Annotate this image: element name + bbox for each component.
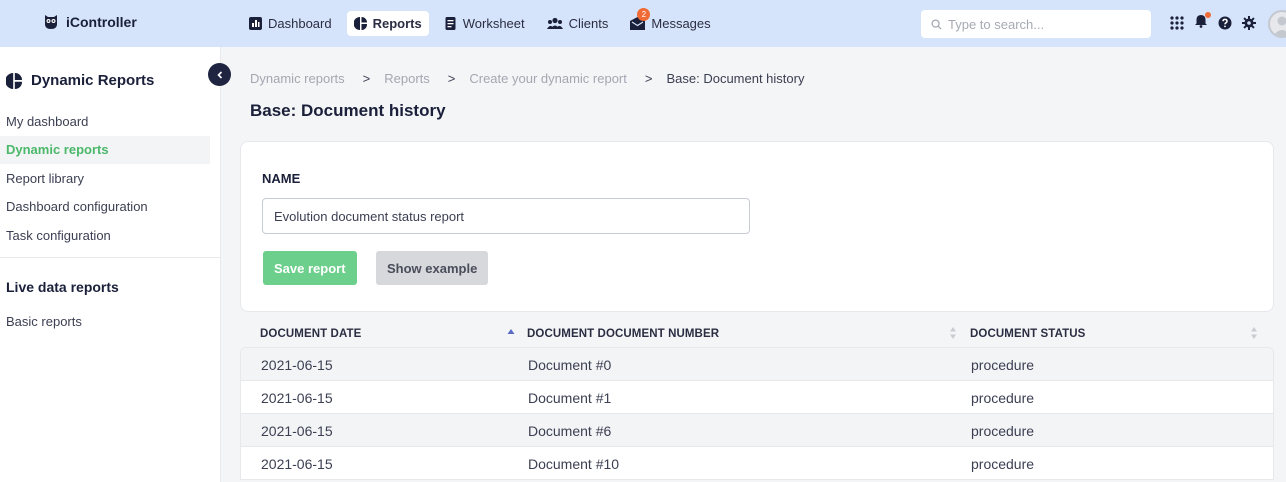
- notifications[interactable]: [1194, 12, 1211, 31]
- nav-label: Clients: [568, 16, 609, 31]
- messages-badge: 2: [637, 8, 651, 21]
- show-example-button[interactable]: Show example: [376, 251, 489, 285]
- cell-document-status: procedure: [971, 456, 1035, 472]
- column-header-document-status[interactable]: DOCUMENT STATUS: [970, 328, 1085, 340]
- cell-document-number: Document #6: [528, 423, 612, 439]
- cell-document-date: 2021-06-15: [261, 390, 333, 406]
- user-avatar-icon: [1273, 16, 1286, 36]
- main-nav: Dashboard Reports Worksheet Clients 2 Me…: [242, 8, 718, 36]
- search-input[interactable]: [948, 16, 1138, 32]
- nav-reports[interactable]: Reports: [346, 11, 429, 36]
- search-icon: [931, 18, 942, 30]
- pie-chart-icon: [353, 17, 367, 30]
- nav-dashboard[interactable]: Dashboard: [242, 11, 339, 36]
- apps-grid-icon[interactable]: [1170, 15, 1184, 30]
- top-bar: iController Dashboard Reports Worksheet …: [0, 0, 1286, 47]
- table-row[interactable]: 2021-06-15 Document #6 procedure: [241, 414, 1273, 447]
- app-name: iController: [66, 14, 137, 30]
- collapse-sidebar-button[interactable]: [208, 63, 231, 86]
- sort-ascending-icon[interactable]: [507, 326, 515, 340]
- sidebar-item-dynamic-reports[interactable]: Dynamic reports: [0, 135, 210, 164]
- cell-document-date: 2021-06-15: [261, 456, 333, 472]
- sidebar-item-task-configuration[interactable]: Task configuration: [0, 221, 210, 250]
- nav-label: Dashboard: [268, 16, 332, 31]
- breadcrumb: Dynamic reports > Reports > Create your …: [250, 71, 804, 86]
- table-row[interactable]: 2021-06-15 Document #0 procedure: [241, 348, 1273, 381]
- cell-document-date: 2021-06-15: [261, 423, 333, 439]
- report-form-card: NAME Save report Show example: [240, 141, 1274, 312]
- save-report-button[interactable]: Save report: [263, 251, 357, 285]
- column-header-document-date[interactable]: DOCUMENT DATE: [260, 328, 361, 340]
- table-row[interactable]: 2021-06-15 Document #10 procedure: [241, 447, 1273, 480]
- cell-document-date: 2021-06-15: [261, 357, 333, 373]
- sidebar: Dynamic Reports My dashboard Dynamic rep…: [0, 47, 231, 482]
- page-title: Base: Document history: [250, 101, 446, 120]
- sidebar-title-label: Dynamic Reports: [31, 72, 155, 89]
- gear-icon[interactable]: [1242, 15, 1256, 30]
- brand-logo[interactable]: iController: [44, 14, 137, 30]
- column-header-document-number[interactable]: DOCUMENT DOCUMENT NUMBER: [527, 328, 719, 340]
- breadcrumb-link[interactable]: Create your dynamic report: [469, 71, 627, 86]
- avatar[interactable]: [1268, 10, 1286, 38]
- chevron-left-icon: [216, 70, 222, 79]
- sort-icon[interactable]: [949, 326, 957, 340]
- sidebar-item-my-dashboard[interactable]: My dashboard: [0, 107, 210, 136]
- nav-clients[interactable]: Clients: [540, 11, 616, 36]
- table-row[interactable]: 2021-06-15 Document #1 procedure: [241, 381, 1273, 414]
- table-body: 2021-06-15 Document #0 procedure 2021-06…: [240, 347, 1274, 480]
- nav-label: Worksheet: [462, 16, 525, 31]
- report-name-input[interactable]: [262, 198, 750, 234]
- nav-label: Messages: [651, 16, 711, 31]
- cell-document-status: procedure: [971, 423, 1035, 439]
- top-icons: [1170, 12, 1256, 31]
- search-box[interactable]: [921, 10, 1151, 38]
- cell-document-status: procedure: [971, 390, 1035, 406]
- nav-worksheet[interactable]: Worksheet: [437, 11, 532, 36]
- sidebar-section-title: Live data reports: [6, 279, 119, 295]
- breadcrumb-separator: >: [644, 71, 653, 86]
- breadcrumb-separator: >: [362, 71, 371, 86]
- name-label: NAME: [262, 171, 301, 186]
- cell-document-number: Document #10: [528, 456, 620, 472]
- pie-chart-icon: [6, 72, 22, 89]
- nav-messages[interactable]: 2 Messages: [623, 8, 717, 36]
- sidebar-title: Dynamic Reports: [6, 72, 154, 89]
- cell-document-status: procedure: [971, 357, 1035, 373]
- sidebar-section-menu: Basic reports: [0, 307, 210, 336]
- breadcrumb-current: Base: Document history: [666, 71, 805, 86]
- cell-document-number: Document #1: [528, 390, 612, 406]
- sidebar-item-basic-reports[interactable]: Basic reports: [0, 307, 210, 336]
- users-icon: [546, 17, 563, 29]
- breadcrumb-link[interactable]: Dynamic reports: [250, 71, 345, 86]
- nav-label: Reports: [372, 16, 422, 31]
- sidebar-item-report-library[interactable]: Report library: [0, 164, 210, 193]
- sidebar-item-dashboard-configuration[interactable]: Dashboard configuration: [0, 193, 210, 222]
- breadcrumb-link[interactable]: Reports: [384, 71, 430, 86]
- breadcrumb-separator: >: [447, 71, 456, 86]
- sidebar-menu: My dashboard Dynamic reports Report libr…: [0, 107, 210, 250]
- sidebar-divider: [0, 257, 220, 258]
- cell-document-number: Document #0: [528, 357, 612, 373]
- owl-logo-icon: [45, 15, 57, 29]
- table-header: DOCUMENT DATE DOCUMENT DOCUMENT NUMBER D…: [240, 320, 1274, 348]
- notification-dot: [1205, 12, 1211, 18]
- dashboard-icon: [249, 17, 262, 30]
- help-icon[interactable]: [1218, 16, 1232, 30]
- clipboard-icon: [445, 17, 456, 30]
- sort-icon[interactable]: [1250, 326, 1258, 340]
